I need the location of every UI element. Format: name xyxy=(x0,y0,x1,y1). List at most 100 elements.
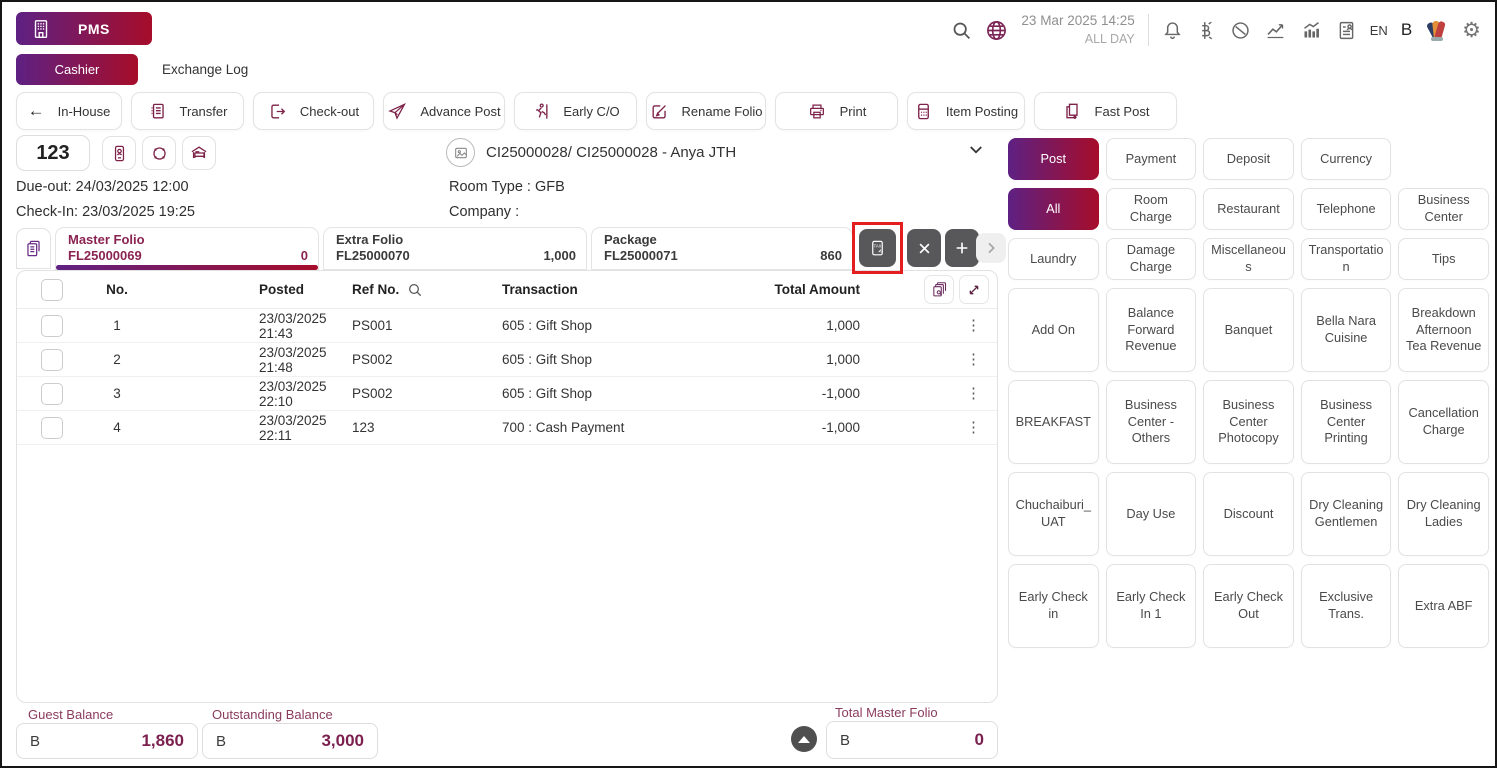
fast-post-label: Fast Post xyxy=(1095,104,1150,119)
check-out-button[interactable]: Check-out xyxy=(253,92,374,130)
category-button[interactable]: Bella Nara Cuisine xyxy=(1301,288,1392,372)
folio-title: Extra Folio xyxy=(336,232,576,248)
category-button[interactable]: Early Check Out xyxy=(1203,564,1294,648)
no-post-icon[interactable] xyxy=(1230,20,1251,41)
cell-amount: 1,000 xyxy=(774,318,860,333)
category-button[interactable]: Balance Forward Revenue xyxy=(1106,288,1197,372)
bar-chart-icon[interactable] xyxy=(1300,20,1323,41)
globe-icon[interactable] xyxy=(985,19,1008,42)
category-button[interactable]: Room Charge xyxy=(1106,188,1197,230)
category-button[interactable]: BREAKFAST xyxy=(1008,380,1099,464)
folio-amount: 860 xyxy=(820,248,842,263)
category-button[interactable]: Telephone xyxy=(1301,188,1392,230)
category-button[interactable]: Transportation xyxy=(1301,238,1392,280)
col-posted: Posted xyxy=(147,282,352,297)
report-document-icon[interactable] xyxy=(1336,20,1357,41)
notifications-bell-icon[interactable] xyxy=(1162,20,1183,41)
copy-routing-icon[interactable] xyxy=(924,275,954,304)
select-all-checkbox[interactable] xyxy=(41,279,63,301)
category-button[interactable]: Breakdown Afternoon Tea Revenue xyxy=(1398,288,1489,372)
add-folio-button[interactable] xyxy=(945,229,979,267)
in-house-label: In-House xyxy=(58,104,111,119)
category-button[interactable]: Exclusive Trans. xyxy=(1301,564,1392,648)
category-button[interactable]: Chuchaiburi_UAT xyxy=(1008,472,1099,556)
next-folios-chevron[interactable] xyxy=(976,233,1006,263)
row-menu-kebab-icon[interactable]: ⋮ xyxy=(966,318,981,333)
collapse-up-button[interactable] xyxy=(791,726,817,752)
row-menu-kebab-icon[interactable]: ⋮ xyxy=(966,420,981,435)
table-row[interactable]: 3 23/03/2025 22:10 PS002 605 : Gift Shop… xyxy=(17,377,997,411)
category-button[interactable]: Extra ABF xyxy=(1398,564,1489,648)
room-number[interactable]: 123 xyxy=(16,135,90,171)
baht-exchange-icon[interactable] xyxy=(1196,20,1217,41)
row-menu-kebab-icon[interactable]: ⋮ xyxy=(966,352,981,367)
category-button[interactable]: Cancellation Charge xyxy=(1398,380,1489,464)
table-row[interactable]: 2 23/03/2025 21:48 PS002 605 : Gift Shop… xyxy=(17,343,997,377)
cell-no: 2 xyxy=(87,352,147,367)
row-checkbox[interactable] xyxy=(41,383,63,405)
tab-cashier[interactable]: Cashier xyxy=(16,54,138,85)
language-selector[interactable]: EN xyxy=(1370,23,1388,38)
action-payment-button[interactable]: Payment xyxy=(1106,138,1197,180)
routing-circle-icon[interactable] xyxy=(142,136,176,170)
theme-palette-icon[interactable] xyxy=(1425,19,1449,41)
category-button[interactable]: Day Use xyxy=(1106,472,1197,556)
guest-id-card-icon[interactable] xyxy=(102,136,136,170)
category-button[interactable]: Business Center Printing xyxy=(1301,380,1392,464)
transfer-button[interactable]: Transfer xyxy=(131,92,244,130)
app-title: PMS xyxy=(78,21,110,37)
building-icon xyxy=(30,18,52,40)
category-button[interactable]: Early Check in xyxy=(1008,564,1099,648)
folio-tab-extra[interactable]: Extra Folio FL25000070 1,000 xyxy=(323,227,587,270)
category-button[interactable]: Damage Charge xyxy=(1106,238,1197,280)
category-button[interactable]: Business Center - Others xyxy=(1106,380,1197,464)
action-deposit-button[interactable]: Deposit xyxy=(1203,138,1294,180)
category-button[interactable]: Business Center Photocopy xyxy=(1203,380,1294,464)
folio-tab-master[interactable]: Master Folio FL25000069 0 xyxy=(55,227,319,270)
close-folio-button[interactable] xyxy=(907,229,941,267)
category-button[interactable]: All xyxy=(1008,188,1099,230)
expand-table-icon[interactable] xyxy=(959,275,989,304)
ref-search-icon[interactable] xyxy=(407,282,423,298)
currency-selector[interactable]: B xyxy=(1401,20,1412,40)
advance-post-button[interactable]: Advance Post xyxy=(383,92,505,130)
row-checkbox[interactable] xyxy=(41,417,63,439)
chevron-down-icon[interactable] xyxy=(965,141,987,159)
guest-photo-icon[interactable] xyxy=(446,138,475,167)
category-button[interactable]: Miscellaneous xyxy=(1203,238,1294,280)
room-bed-icon[interactable] xyxy=(182,136,216,170)
table-row[interactable]: 4 23/03/2025 22:11 123 700 : Cash Paymen… xyxy=(17,411,997,445)
category-button[interactable]: Tips xyxy=(1398,238,1489,280)
folio-list-icon[interactable] xyxy=(16,228,51,269)
category-button[interactable]: Banquet xyxy=(1203,288,1294,372)
row-checkbox[interactable] xyxy=(41,349,63,371)
category-button[interactable]: Dry Cleaning Gentlemen xyxy=(1301,472,1392,556)
tab-exchange-log[interactable]: Exchange Log xyxy=(162,62,248,77)
row-checkbox[interactable] xyxy=(41,315,63,337)
fast-post-button[interactable]: Fast Post xyxy=(1034,92,1177,130)
pms-logo[interactable]: PMS xyxy=(16,12,152,45)
action-post-button[interactable]: Post xyxy=(1008,138,1099,180)
line-chart-icon[interactable] xyxy=(1264,20,1287,41)
folio-number: FL25000070 xyxy=(336,248,576,264)
category-button[interactable]: Add On xyxy=(1008,288,1099,372)
row-menu-kebab-icon[interactable]: ⋮ xyxy=(966,386,981,401)
category-button[interactable]: Business Center xyxy=(1398,188,1489,230)
category-button[interactable]: Dry Cleaning Ladies xyxy=(1398,472,1489,556)
category-button[interactable]: Early Check In 1 xyxy=(1106,564,1197,648)
search-icon[interactable] xyxy=(951,20,972,41)
in-house-button[interactable]: ← In-House xyxy=(16,92,122,130)
early-co-button[interactable]: Early C/O xyxy=(514,92,637,130)
rename-folio-button[interactable]: Rename Folio xyxy=(646,92,766,130)
outstanding-balance-box: B 3,000 xyxy=(202,723,378,759)
action-currency-button[interactable]: Currency xyxy=(1301,138,1392,180)
currency-symbol: B xyxy=(216,733,226,750)
category-button[interactable]: Discount xyxy=(1203,472,1294,556)
settings-gear-icon[interactable]: ⚙ xyxy=(1462,20,1481,41)
category-button[interactable]: Laundry xyxy=(1008,238,1099,280)
category-button[interactable]: Restaurant xyxy=(1203,188,1294,230)
print-button[interactable]: Print xyxy=(775,92,898,130)
folio-tab-package[interactable]: Package FL25000071 860 xyxy=(591,227,853,270)
item-posting-button[interactable]: Item Posting xyxy=(907,92,1025,130)
table-row[interactable]: 1 23/03/2025 21:43 PS001 605 : Gift Shop… xyxy=(17,309,997,343)
